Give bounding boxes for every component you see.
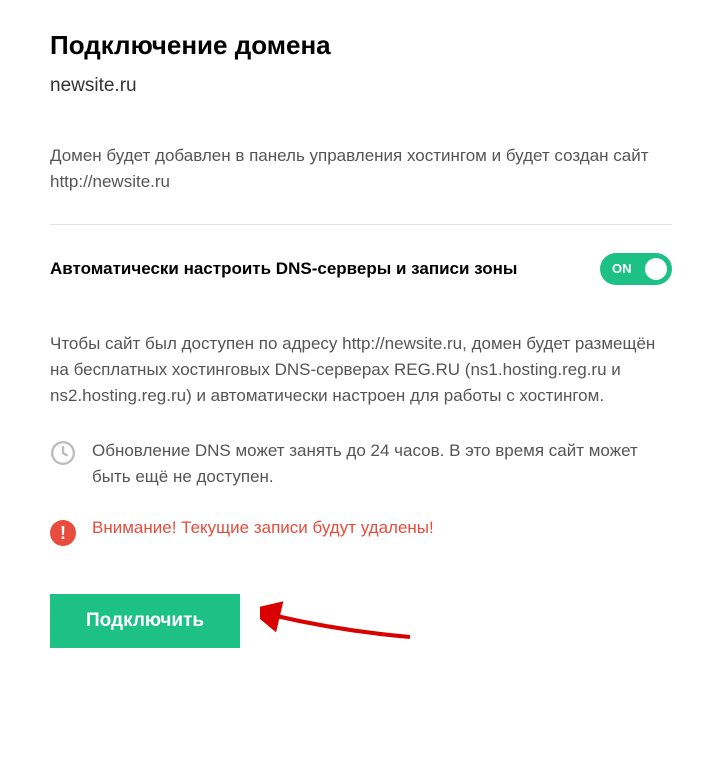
page-title: Подключение домена	[50, 30, 672, 61]
dns-info-text: Чтобы сайт был доступен по адресу http:/…	[50, 331, 672, 410]
warning-notice: ! Внимание! Текущие записи будут удалены…	[50, 518, 672, 546]
connect-button[interactable]: Подключить	[50, 594, 240, 648]
arrow-annotation-icon	[260, 601, 420, 641]
time-notice-text: Обновление DNS может занять до 24 часов.…	[92, 438, 672, 491]
toggle-knob	[645, 258, 667, 280]
time-notice: Обновление DNS может занять до 24 часов.…	[50, 438, 672, 491]
divider	[50, 224, 672, 225]
dns-toggle-label: Автоматически настроить DNS-серверы и за…	[50, 259, 517, 279]
warning-notice-text: Внимание! Текущие записи будут удалены!	[92, 518, 434, 538]
domain-name: newsite.ru	[50, 75, 672, 97]
dns-toggle-row: Автоматически настроить DNS-серверы и за…	[50, 253, 672, 285]
clock-icon	[50, 440, 76, 466]
button-row: Подключить	[50, 594, 672, 648]
description-text: Домен будет добавлен в панель управления…	[50, 143, 672, 196]
toggle-state-text: ON	[612, 261, 632, 276]
warning-icon: !	[50, 520, 76, 546]
dns-toggle[interactable]: ON	[600, 253, 672, 285]
